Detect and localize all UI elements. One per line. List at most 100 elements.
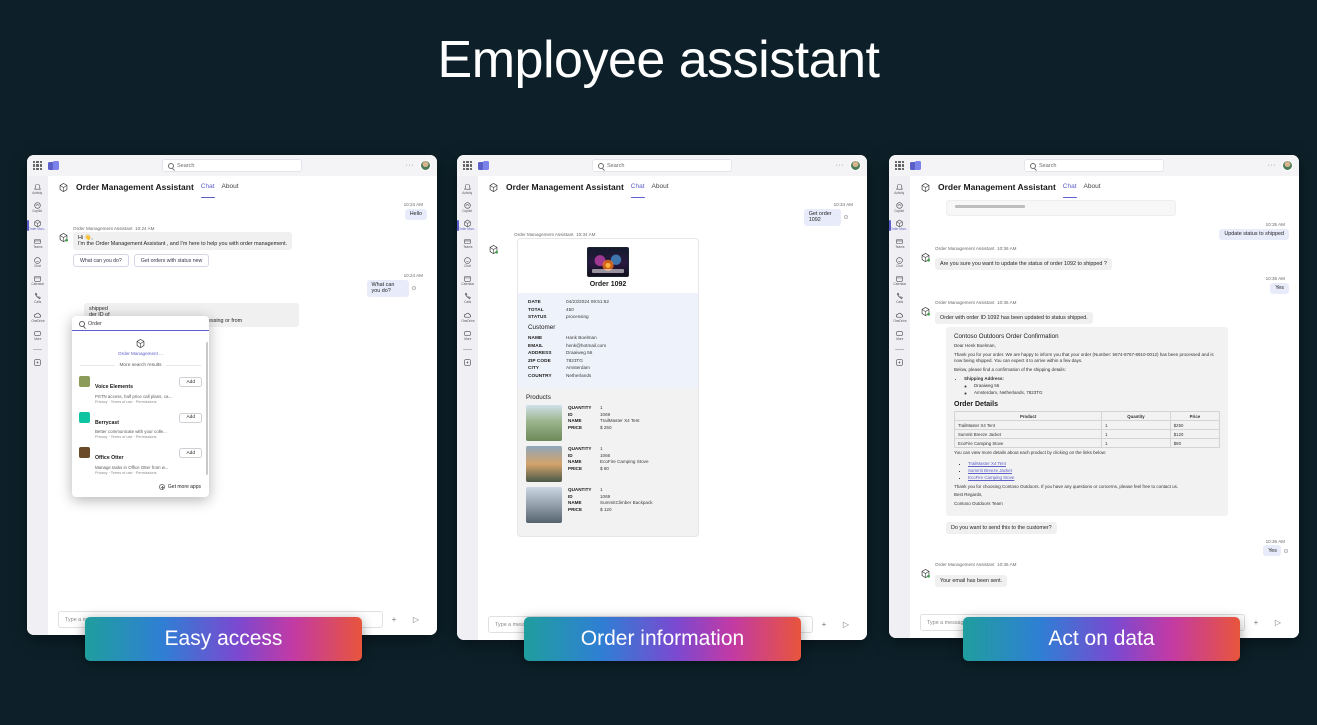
send-icon[interactable]: ▷ [835,620,857,629]
message-outgoing: 10:35 AM Update status to shipped [920,222,1289,240]
sidebar-item-onedrive[interactable]: OneDrive [889,308,910,325]
list-item[interactable]: Summit Breeze Jacket [968,467,1220,474]
list-item[interactable]: Voice Elements PSTN access, half price c… [72,372,209,408]
attach-icon[interactable]: + [1245,618,1267,627]
apps-plus-icon [896,359,903,366]
attach-icon[interactable]: + [383,615,405,624]
cell-product: TrailMaster X4 Tent [953,420,1103,431]
field-value: $ 250 [600,424,612,430]
sidebar-item-calls[interactable]: Calls [27,290,48,307]
sidebar-item-calls[interactable]: Calls [889,290,910,307]
product-link[interactable]: Summit Breeze Jacket [968,468,1012,473]
app-links[interactable]: Privacy · Terms of use · Permissions [95,400,174,404]
sidebar-item-order-management[interactable]: Order Man... [457,217,478,234]
add-button[interactable]: Add [179,412,202,423]
app-links[interactable]: Privacy · Terms of use · Permissions [95,471,174,475]
sidebar-item-order-management[interactable]: Order Man... [27,217,48,234]
search-icon [598,162,604,169]
more-options-icon[interactable]: ··· [836,162,845,169]
sidebar-item-activity[interactable]: Activity [27,180,48,197]
sidebar-item-chat[interactable]: Chat [27,253,48,270]
sidebar-item-chat[interactable]: Chat [457,253,478,270]
sidebar-item-copilot[interactable]: Copilot [889,198,910,215]
waffle-menu-icon[interactable] [895,161,904,170]
sidebar-item-order-management[interactable]: Order Man... [889,217,910,234]
more-options-icon[interactable]: ··· [1268,162,1277,169]
sidebar-item-activity[interactable]: Activity [457,180,478,197]
chat-thread[interactable]: 10:35 AM Update status to shipped Order … [910,198,1299,612]
chat-thread[interactable]: 10:34 AM Get order 1092 Order Management… [478,198,867,614]
order-bot-icon [136,338,145,349]
tab-chat[interactable]: Chat [630,183,645,198]
list-item[interactable]: Berrycast Better communicate with your c… [72,408,209,444]
avatar[interactable] [1282,160,1293,171]
waffle-menu-icon[interactable] [33,161,42,170]
avatar[interactable] [850,160,861,171]
sidebar-item-teams[interactable]: Teams [27,235,48,252]
waffle-menu-icon[interactable] [463,161,472,170]
tab-chat[interactable]: Chat [200,183,215,198]
product-link[interactable]: TrailMaster X4 Tent [968,461,1006,466]
sidebar-item-apps[interactable] [889,355,910,369]
order-details-heading: Order Details [954,401,998,409]
app-links[interactable]: Privacy · Terms of use · Permissions [95,435,174,439]
field-key: ID [568,411,573,417]
search-placeholder: Search [607,162,625,169]
table-row: TrailMaster X4 Tent 1 $250 [953,420,1221,431]
sidebar-item-activity[interactable]: Activity [889,180,910,197]
product-link[interactable]: EcoFire Camping Stove [968,475,1014,480]
add-button[interactable]: Add [179,448,202,459]
sidebar-item-apps[interactable] [457,355,478,369]
sidebar-item-copilot[interactable]: Copilot [27,198,48,215]
more-options-icon[interactable]: ··· [406,162,415,169]
sidebar-item-apps[interactable] [27,355,48,369]
sidebar-item-copilot[interactable]: Copilot [457,198,478,215]
attach-icon[interactable]: + [813,620,835,629]
timestamp: 10:24 AM [135,225,155,231]
sidebar-item-calls[interactable]: Calls [457,290,478,307]
send-icon[interactable]: ▷ [1267,618,1289,627]
tab-about[interactable]: About [1084,183,1101,191]
tab-about[interactable]: About [222,183,239,191]
app-search-dropdown[interactable]: Order Order Management ... More search r… [72,316,209,497]
search-input[interactable]: Search [1024,159,1164,172]
avatar[interactable] [420,160,431,171]
tab-about[interactable]: About [652,183,669,191]
tab-chat[interactable]: Chat [1062,183,1077,198]
list-item[interactable]: Office Otter Manage tasks in Office Otte… [72,443,209,479]
field-key: PRICE [568,506,583,512]
sidebar-item-calendar[interactable]: Calendar [457,271,478,288]
list-item[interactable]: TrailMaster X4 Tent [968,460,1220,467]
dropdown-search-input[interactable]: Order [72,316,209,331]
get-more-apps-button[interactable]: Get more apps [158,483,201,490]
sidebar-item-onedrive[interactable]: OneDrive [457,308,478,325]
add-button[interactable]: Add [179,377,202,388]
cell-quantity: 1 [1101,420,1171,431]
message-bubble: Get order 1092 [803,208,842,226]
sidebar-item-more[interactable]: More [457,326,478,343]
sidebar-item-calendar[interactable]: Calendar [889,271,910,288]
sidebar-item-onedrive[interactable]: OneDrive [27,308,48,325]
message-bubble: What can you do? [366,279,409,297]
sidebar-item-more[interactable]: More [27,326,48,343]
sidebar-item-chat[interactable]: Chat [889,253,910,270]
scrollbar[interactable] [205,342,208,475]
sidebar-label: Activity [894,190,905,195]
dropdown-top-result[interactable]: Order Management ... [72,331,209,360]
customer-field: EMAIL henk@hotmail.com [528,343,688,348]
send-icon[interactable]: ▷ [405,615,427,624]
suggestion-what-can-you-do[interactable]: What can you do? [73,254,129,267]
list-item[interactable]: EcoFire Camping Stove [968,474,1220,481]
order-details-table: Product Quantity Price TrailMaster X4 Te… [953,411,1221,449]
sidebar-item-teams[interactable]: Teams [889,235,910,252]
search-input[interactable]: Search [162,159,302,172]
sidebar-item-calendar[interactable]: Calendar [27,271,48,288]
field-key: TOTAL [528,306,544,312]
sidebar-item-teams[interactable]: Teams [457,235,478,252]
timestamp: 10:24 AM [403,202,423,207]
suggestion-get-orders[interactable]: Get orders with status new [133,254,210,267]
search-input[interactable]: Search [592,159,732,172]
badge-act-on-data: Act on data [963,617,1240,661]
product-image [526,487,562,523]
sidebar-item-more[interactable]: More [889,326,910,343]
